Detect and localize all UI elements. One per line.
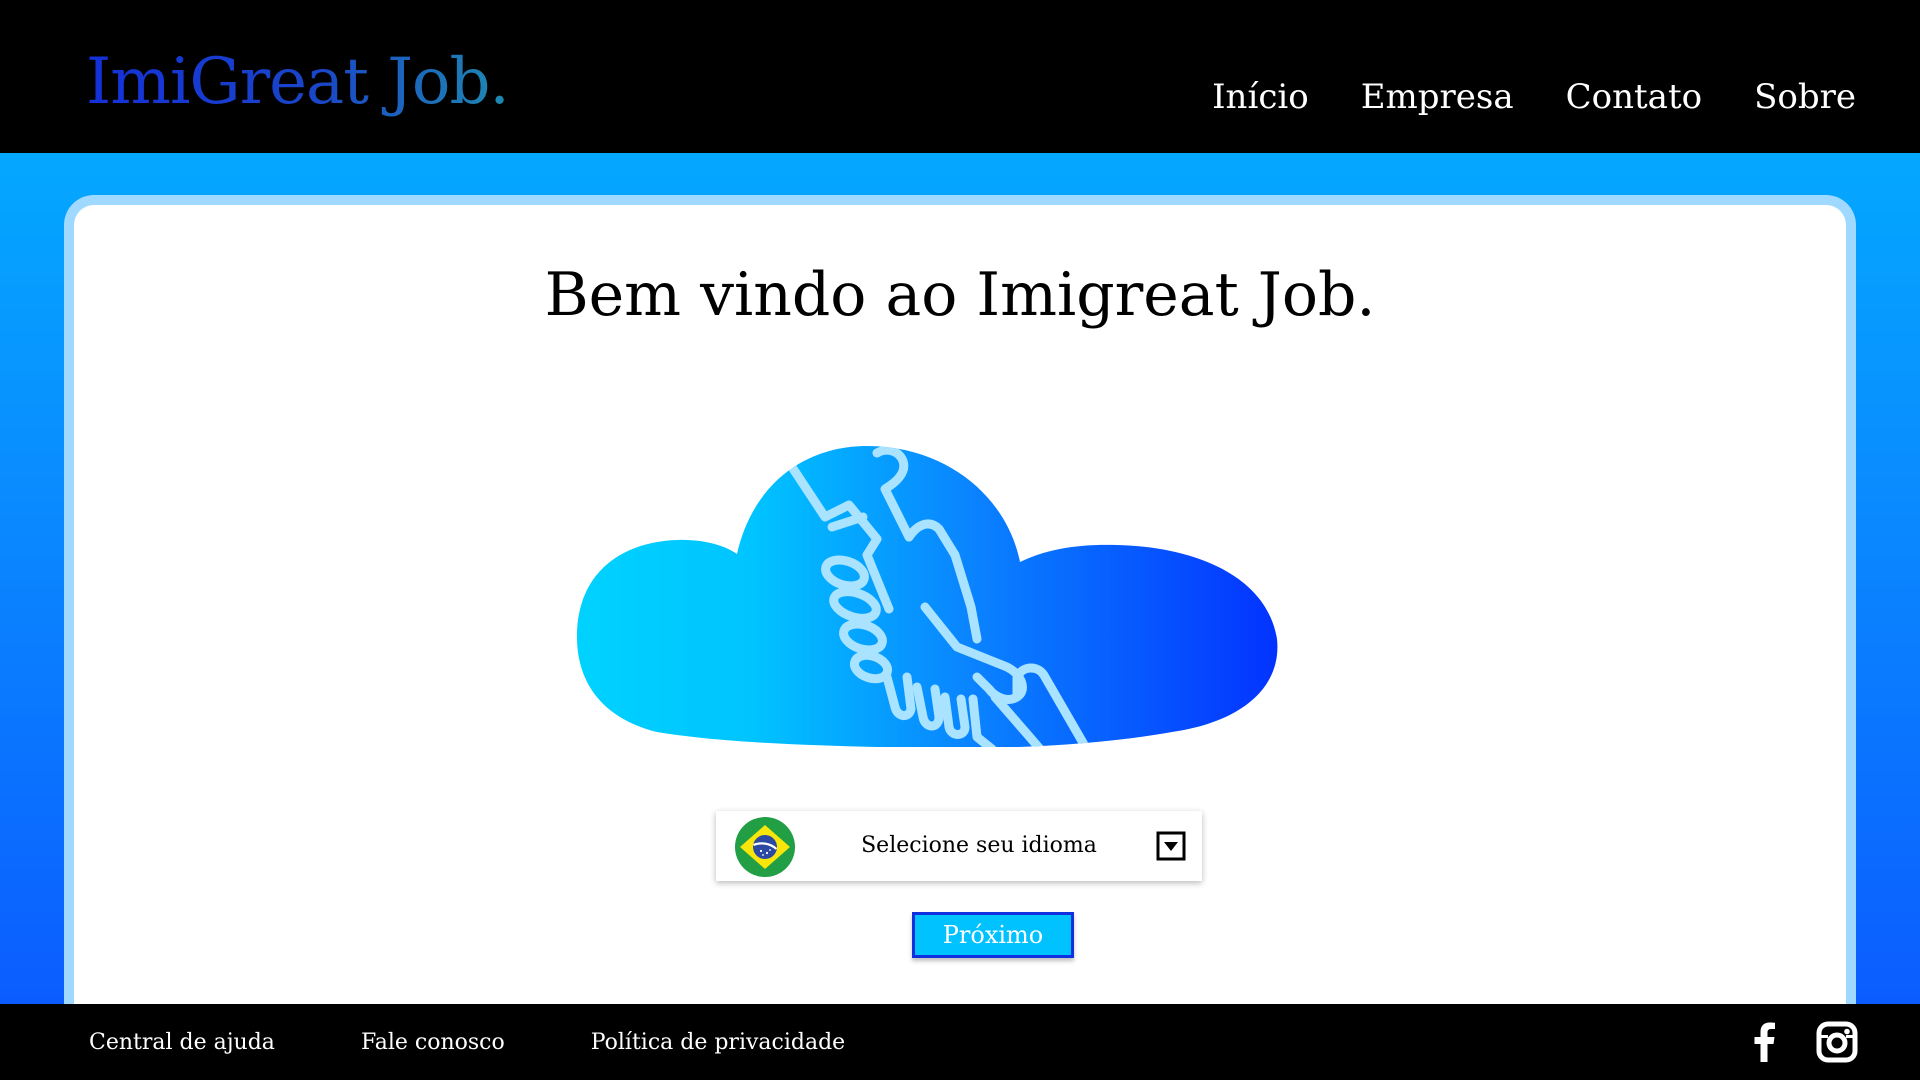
language-select[interactable]: Selecione seu idioma — [716, 811, 1202, 881]
social-links — [1752, 1021, 1858, 1063]
site-logo[interactable]: ImiGreat Job. — [86, 42, 510, 122]
welcome-heading: Bem vindo ao Imigreat Job. — [544, 260, 1376, 330]
nav-item-inicio[interactable]: Início — [1212, 72, 1309, 122]
instagram-icon[interactable] — [1816, 1021, 1858, 1063]
footer-link-privacy-policy[interactable]: Política de privacidade — [591, 1030, 845, 1055]
nav-item-sobre[interactable]: Sobre — [1754, 72, 1856, 122]
dropdown-arrow-icon[interactable] — [1156, 831, 1186, 861]
main-card: Bem vindo ao Imigreat Job. Selecione seu… — [64, 195, 1856, 1015]
nav-item-empresa[interactable]: Empresa — [1361, 72, 1514, 122]
language-select-label: Selecione seu idioma — [861, 833, 1097, 858]
footer-link-help-center[interactable]: Central de ajuda — [89, 1030, 275, 1055]
page-footer: Central de ajuda Fale conosco Política d… — [0, 1004, 1920, 1080]
cloud-handshake-icon — [577, 446, 1278, 747]
next-button[interactable]: Próximo — [912, 912, 1074, 958]
nav-item-contato[interactable]: Contato — [1566, 72, 1702, 122]
main-nav: Início Empresa Contato Sobre — [1212, 72, 1856, 122]
top-header: ImiGreat Job. Início Empresa Contato Sob… — [0, 0, 1920, 153]
facebook-icon[interactable] — [1752, 1022, 1776, 1062]
brazil-flag-icon — [735, 817, 795, 877]
footer-links: Central de ajuda Fale conosco Política d… — [89, 1004, 845, 1080]
footer-link-contact-us[interactable]: Fale conosco — [361, 1030, 505, 1055]
